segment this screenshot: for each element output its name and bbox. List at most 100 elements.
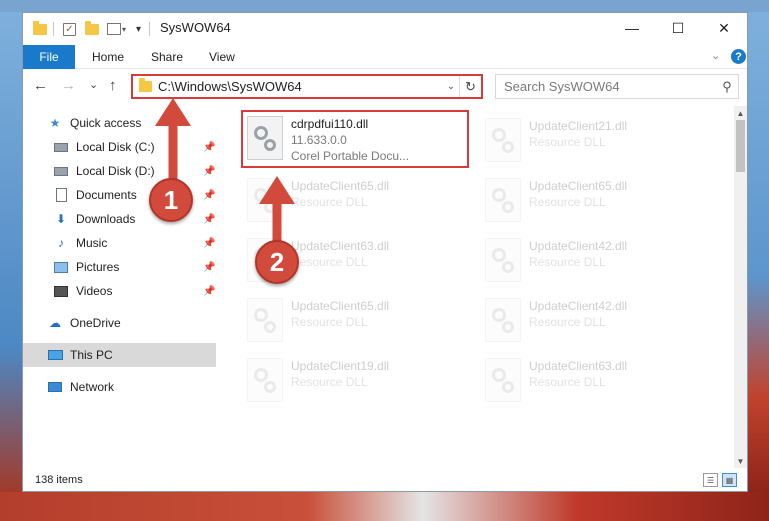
customize-quick-access-icon[interactable]: ▾	[107, 21, 126, 37]
dll-file-icon	[247, 358, 283, 402]
file-item[interactable]: UpdateClient65.dll Resource DLL	[243, 294, 475, 350]
desktop-background-top	[0, 0, 769, 12]
pin-icon: 📌	[203, 213, 216, 225]
file-name: UpdateClient63.dll	[529, 359, 628, 373]
file-version: 11.633.0.0	[291, 133, 347, 147]
back-button[interactable]: ←	[33, 77, 48, 94]
sidebar-item-music[interactable]: ♪ Music 📌	[23, 231, 216, 255]
sidebar-item-label: This PC	[70, 348, 113, 362]
properties-icon[interactable]: ✓	[63, 21, 76, 37]
details-view-icon[interactable]: ☰	[703, 473, 718, 487]
sidebar-item-label: Network	[70, 380, 115, 394]
file-item-cdrpdfui110[interactable]: cdrpdfui110.dll 11.633.0.0 Corel Portabl…	[241, 110, 469, 168]
desktop-background-right	[748, 12, 769, 492]
sidebar-item-label: Documents	[76, 188, 137, 202]
sidebar-item-videos[interactable]: Videos 📌	[23, 279, 216, 303]
quick-access-dropdown-icon[interactable]: ▾	[136, 21, 141, 37]
search-box[interactable]: Search SysWOW64 ⚲	[495, 74, 739, 99]
cloud-icon: ☁	[49, 316, 61, 330]
music-icon: ♪	[58, 236, 64, 250]
dll-file-icon	[247, 116, 283, 160]
file-item[interactable]: UpdateClient21.dll Resource DLL	[481, 114, 713, 170]
file-item[interactable]: UpdateClient63.dll Resource DLL	[481, 354, 713, 410]
sidebar-item-label: Pictures	[76, 260, 120, 274]
pin-icon: 📌	[203, 189, 216, 201]
pin-icon: 📌	[203, 141, 216, 153]
pin-icon: 📌	[203, 261, 216, 273]
sidebar-item-label: Music	[76, 236, 108, 250]
sidebar-item-label: OneDrive	[70, 316, 121, 330]
scroll-up-arrow-icon[interactable]: ▲	[734, 106, 747, 120]
drive-icon	[53, 139, 69, 155]
status-bar: 138 items ☰ ▦	[23, 471, 747, 491]
file-type: Resource DLL	[529, 375, 606, 389]
file-name: cdrpdfui110.dll	[291, 117, 369, 131]
navigation-bar: ← → ⌄ ↑ C:\Windows\SysWOW64 ⌄ ↻ Search S…	[23, 70, 747, 104]
minimize-button[interactable]: —	[609, 13, 655, 43]
file-name: UpdateClient65.dll	[291, 179, 390, 193]
refresh-icon[interactable]: ↻	[459, 76, 481, 97]
dll-file-icon	[485, 238, 521, 282]
dll-file-icon	[485, 178, 521, 222]
help-icon[interactable]: ?	[731, 49, 746, 64]
tab-home[interactable]: Home	[92, 50, 124, 64]
vertical-scrollbar[interactable]: ▲ ▼	[734, 106, 747, 468]
address-dropdown-icon[interactable]: ⌄	[443, 81, 459, 92]
up-button[interactable]: ↑	[109, 77, 117, 94]
pictures-icon	[53, 259, 69, 275]
file-list: cdrpdfui110.dll 11.633.0.0 Corel Portabl…	[238, 106, 734, 468]
file-item[interactable]: UpdateClient42.dll Resource DLL	[481, 234, 713, 290]
pin-icon: 📌	[203, 165, 216, 177]
file-type: Resource DLL	[529, 135, 606, 149]
dll-file-icon	[247, 298, 283, 342]
address-path[interactable]: C:\Windows\SysWOW64	[158, 79, 443, 94]
file-name: UpdateClient42.dll	[529, 299, 628, 313]
large-icons-view-icon[interactable]: ▦	[722, 473, 737, 487]
sidebar-item-this-pc[interactable]: This PC	[23, 343, 216, 367]
sidebar-item-pictures[interactable]: Pictures 📌	[23, 255, 216, 279]
step-badge-2: 2	[255, 240, 299, 284]
tab-view[interactable]: View	[209, 50, 235, 64]
tab-share[interactable]: Share	[151, 50, 183, 64]
close-button[interactable]: ✕	[701, 13, 747, 43]
sidebar-item-onedrive[interactable]: ☁ OneDrive	[23, 311, 216, 335]
file-description: Corel Portable Docu...	[291, 149, 410, 163]
downloads-icon: ⬇	[55, 212, 67, 226]
search-icon[interactable]: ⚲	[716, 79, 738, 95]
file-item[interactable]: UpdateClient19.dll Resource DLL	[243, 354, 475, 410]
folder-icon	[33, 20, 47, 37]
sidebar-item-label: Videos	[76, 284, 113, 298]
file-item[interactable]: UpdateClient65.dll Resource DLL	[481, 174, 713, 230]
file-explorer-window: ✓ ▾ ▾ SysWOW64 — ☐ ✕ File Home Share Vie…	[22, 12, 748, 492]
separator	[53, 21, 54, 37]
sidebar-item-label: Quick access	[70, 116, 142, 130]
scrollbar-thumb[interactable]	[736, 120, 745, 172]
file-type: Resource DLL	[529, 195, 606, 209]
file-type: Resource DLL	[291, 255, 368, 269]
pc-icon	[47, 347, 63, 363]
sidebar-item-label: Local Disk (C:)	[76, 140, 155, 154]
videos-icon	[53, 283, 69, 299]
forward-button[interactable]: →	[61, 77, 76, 94]
separator	[149, 21, 150, 37]
scroll-down-arrow-icon[interactable]: ▼	[734, 454, 747, 468]
file-item[interactable]: UpdateClient42.dll Resource DLL	[481, 294, 713, 350]
new-folder-icon[interactable]	[85, 20, 99, 37]
search-input[interactable]: Search SysWOW64	[504, 79, 716, 94]
maximize-button[interactable]: ☐	[655, 13, 701, 43]
ribbon: File Home Share View ⌄ ?	[23, 45, 747, 69]
file-type: Resource DLL	[291, 195, 368, 209]
file-name: UpdateClient63.dll	[291, 239, 390, 253]
file-name: UpdateClient65.dll	[291, 299, 390, 313]
recent-locations-button[interactable]: ⌄	[89, 78, 98, 91]
file-name: UpdateClient19.dll	[291, 359, 390, 373]
pin-icon: 📌	[203, 237, 216, 249]
file-type: Resource DLL	[529, 315, 606, 329]
dll-file-icon	[485, 358, 521, 402]
expand-ribbon-icon[interactable]: ⌄	[711, 49, 720, 62]
file-type: Resource DLL	[291, 315, 368, 329]
folder-icon	[139, 78, 152, 92]
tab-file[interactable]: File	[23, 45, 75, 69]
dll-file-icon	[485, 118, 521, 162]
sidebar-item-network[interactable]: Network	[23, 375, 216, 399]
